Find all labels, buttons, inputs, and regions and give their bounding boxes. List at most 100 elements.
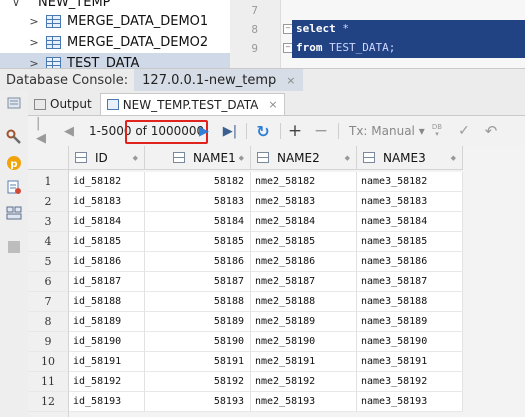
chevron-right-icon[interactable]: >: [26, 15, 42, 28]
row-number[interactable]: 9: [28, 332, 69, 352]
cell-name2[interactable]: nme2_58187: [251, 272, 357, 292]
cell-name3[interactable]: name3_58192: [357, 372, 463, 392]
db-icon[interactable]: DB ▾: [429, 122, 445, 140]
tree-node-merge-data-demo1[interactable]: > MERGE_DATA_DEMO1: [26, 11, 208, 32]
chevron-right-icon[interactable]: >: [26, 36, 42, 49]
cell-name3[interactable]: name3_58191: [357, 352, 463, 372]
code-line[interactable]: from TEST_DATA;: [296, 41, 395, 54]
row-number[interactable]: 11: [28, 372, 69, 392]
cell-name2[interactable]: nme2_58185: [251, 232, 357, 252]
cell-id[interactable]: id_58189: [69, 312, 145, 332]
row-number[interactable]: 4: [28, 232, 69, 252]
last-page-icon[interactable]: ▶|: [221, 122, 239, 140]
cell-name2[interactable]: nme2_58184: [251, 212, 357, 232]
sort-icon[interactable]: ◆: [345, 154, 350, 162]
row-number[interactable]: 5: [28, 252, 69, 272]
column-header-id[interactable]: ID ◆: [69, 146, 145, 170]
cell-id[interactable]: id_58190: [69, 332, 145, 352]
sort-icon[interactable]: ◆: [133, 154, 138, 162]
column-header-name3[interactable]: NAME3 ◆: [357, 146, 463, 170]
cell-name1[interactable]: 58191: [145, 352, 251, 372]
row-number[interactable]: 12: [28, 392, 69, 412]
tab-new-temp-test-data[interactable]: NEW_TEMP.TEST_DATA ×: [99, 93, 285, 115]
sort-icon[interactable]: ◆: [239, 154, 244, 162]
first-page-icon[interactable]: |◀: [36, 116, 50, 146]
code-line[interactable]: select *: [296, 22, 349, 35]
row-number[interactable]: 1: [28, 172, 69, 192]
close-icon[interactable]: ×: [286, 74, 295, 87]
cell-name2[interactable]: nme2_58188: [251, 292, 357, 312]
cell-name2[interactable]: nme2_58186: [251, 252, 357, 272]
cell-name1[interactable]: 58193: [145, 392, 251, 412]
row-number[interactable]: 10: [28, 352, 69, 372]
cell-name3[interactable]: name3_58182: [357, 172, 463, 192]
grid-corner[interactable]: [28, 146, 69, 170]
cell-name2[interactable]: nme2_58191: [251, 352, 357, 372]
prev-page-icon[interactable]: ◀: [62, 122, 76, 140]
column-header-name2[interactable]: NAME2 ◆: [251, 146, 357, 170]
cell-id[interactable]: id_58192: [69, 372, 145, 392]
sort-icon[interactable]: ◆: [451, 154, 456, 162]
layout-icon[interactable]: [6, 205, 22, 221]
refresh-icon[interactable]: ↻: [254, 122, 272, 141]
export-icon[interactable]: [6, 179, 22, 195]
cell-name3[interactable]: name3_58185: [357, 232, 463, 252]
wrench-icon[interactable]: [6, 129, 22, 145]
cell-name1[interactable]: 58187: [145, 272, 251, 292]
cell-name3[interactable]: name3_58184: [357, 212, 463, 232]
cell-name3[interactable]: name3_58183: [357, 192, 463, 212]
row-number[interactable]: 8: [28, 312, 69, 332]
row-number[interactable]: 2: [28, 192, 69, 212]
cell-name1[interactable]: 58189: [145, 312, 251, 332]
cell-name1[interactable]: 58192: [145, 372, 251, 392]
cell-name3[interactable]: name3_58187: [357, 272, 463, 292]
chevron-right-icon[interactable]: >: [26, 57, 42, 68]
cell-name1[interactable]: 58184: [145, 212, 251, 232]
row-number[interactable]: 3: [28, 212, 69, 232]
parameter-icon[interactable]: p: [6, 155, 22, 171]
stop-icon[interactable]: [6, 239, 22, 255]
cell-name1[interactable]: 58183: [145, 192, 251, 212]
cell-id[interactable]: id_58186: [69, 252, 145, 272]
cell-id[interactable]: id_58185: [69, 232, 145, 252]
tree-node-test-data[interactable]: > TEST_DATA: [0, 53, 230, 68]
cell-name1[interactable]: 58186: [145, 252, 251, 272]
cell-id[interactable]: id_58182: [69, 172, 145, 192]
row-number[interactable]: 7: [28, 292, 69, 312]
rerun-icon[interactable]: [6, 95, 22, 111]
cell-name3[interactable]: name3_58193: [357, 392, 463, 412]
cell-id[interactable]: id_58188: [69, 292, 145, 312]
delete-row-icon[interactable]: −: [313, 121, 329, 141]
cell-id[interactable]: id_58191: [69, 352, 145, 372]
cell-name1[interactable]: 58182: [145, 172, 251, 192]
cell-name1[interactable]: 58190: [145, 332, 251, 352]
cell-name3[interactable]: name3_58189: [357, 312, 463, 332]
cell-name2[interactable]: nme2_58190: [251, 332, 357, 352]
chevron-down-icon[interactable]: ∨: [8, 0, 24, 9]
tree-node-merge-data-demo2[interactable]: > MERGE_DATA_DEMO2: [26, 32, 208, 53]
close-icon[interactable]: ×: [268, 98, 277, 111]
cell-name2[interactable]: nme2_58183: [251, 192, 357, 212]
cell-id[interactable]: id_58183: [69, 192, 145, 212]
sql-editor[interactable]: 7 8 9 − − select * from TEST_DATA;: [230, 0, 525, 68]
cell-name2[interactable]: nme2_58192: [251, 372, 357, 392]
cell-name3[interactable]: name3_58190: [357, 332, 463, 352]
cell-name3[interactable]: name3_58188: [357, 292, 463, 312]
cell-id[interactable]: id_58184: [69, 212, 145, 232]
cell-id[interactable]: id_58187: [69, 272, 145, 292]
tx-mode-dropdown[interactable]: Tx: Manual ▾: [349, 124, 425, 138]
cell-name1[interactable]: 58185: [145, 232, 251, 252]
commit-icon[interactable]: ✓: [456, 122, 472, 140]
cell-name2[interactable]: nme2_58193: [251, 392, 357, 412]
row-number[interactable]: 6: [28, 272, 69, 292]
tab-connection[interactable]: 127.0.0.1-new_temp ×: [134, 69, 304, 91]
rollback-icon[interactable]: ↶: [483, 122, 499, 140]
column-header-name1[interactable]: NAME1 ◆: [145, 146, 251, 170]
cell-name2[interactable]: nme2_58189: [251, 312, 357, 332]
cell-id[interactable]: id_58193: [69, 392, 145, 412]
add-row-icon[interactable]: +: [287, 121, 303, 141]
cell-name2[interactable]: nme2_58182: [251, 172, 357, 192]
next-page-icon[interactable]: ▶: [198, 122, 210, 140]
cell-name3[interactable]: name3_58186: [357, 252, 463, 272]
cell-name1[interactable]: 58188: [145, 292, 251, 312]
